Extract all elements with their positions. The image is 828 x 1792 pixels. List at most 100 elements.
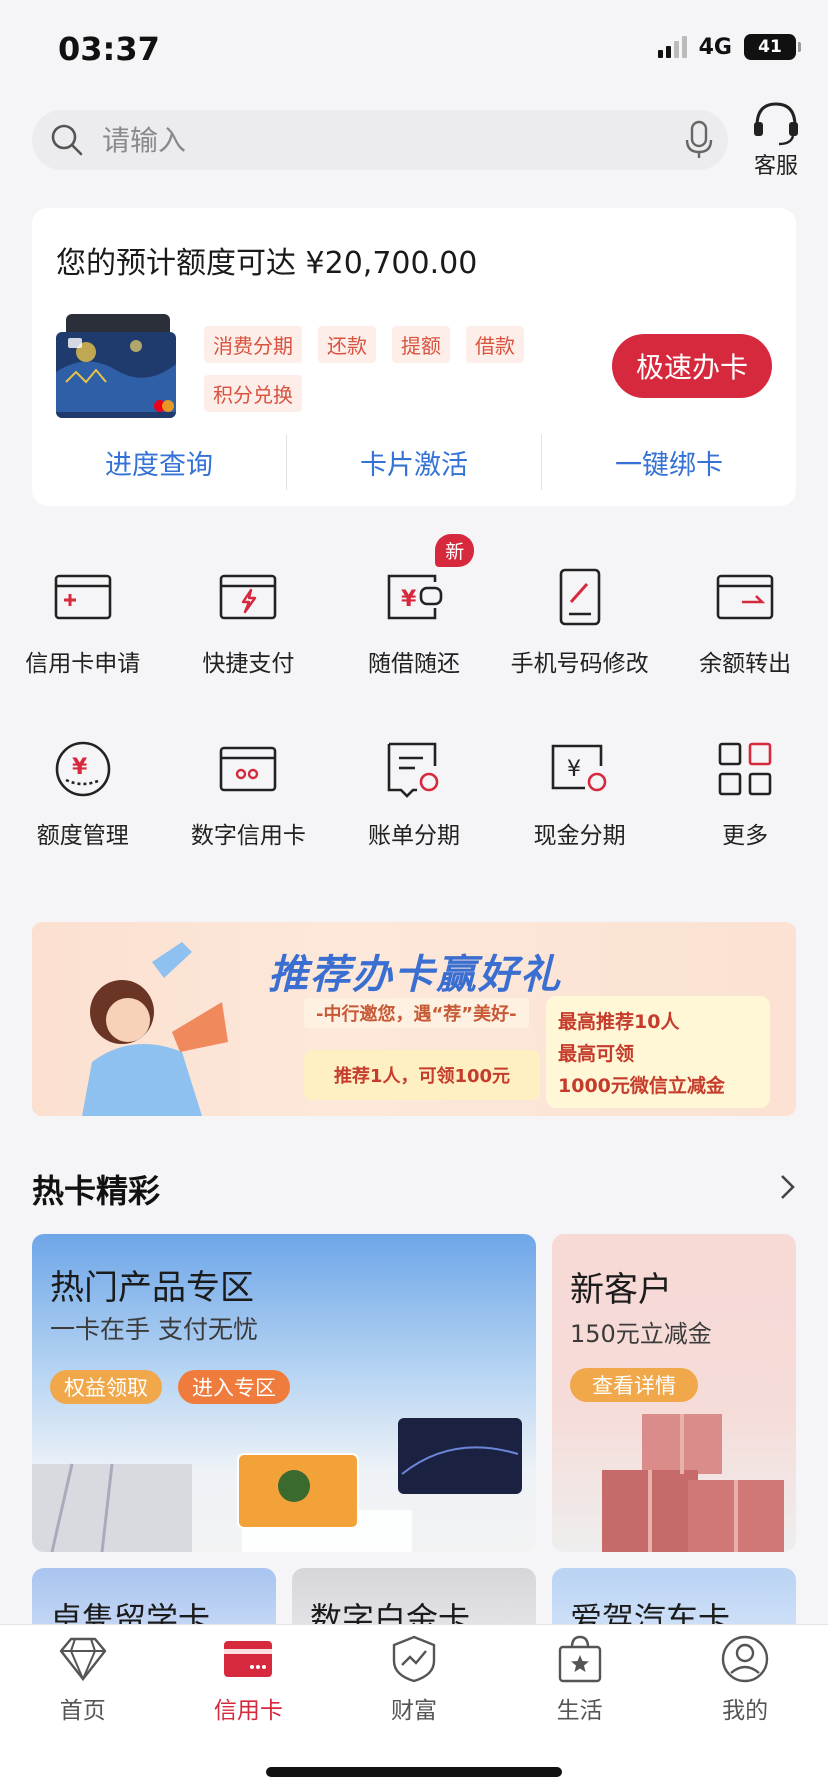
grid-label: 更多: [722, 823, 769, 849]
shopping-bag-icon: [558, 1635, 601, 1683]
grid-limit-management[interactable]: ¥ 额度管理: [0, 712, 166, 884]
grid-label: 余额转出: [699, 651, 792, 677]
digital-card-icon: [220, 746, 277, 792]
banner-max-referrals: 最高推荐10人: [558, 1011, 680, 1033]
banner-title: 推荐办卡赢好礼: [268, 952, 562, 998]
chevron-right-icon[interactable]: [778, 1172, 798, 1202]
svg-text:¥: ¥: [567, 757, 581, 782]
tag-repay[interactable]: 还款: [318, 326, 376, 363]
new-customer-card[interactable]: 新客户 150元立减金 查看详情: [552, 1234, 796, 1552]
nav-credit-card[interactable]: 信用卡: [166, 1625, 332, 1735]
card-bolt-icon: [220, 574, 277, 620]
hot-products-subtitle: 一卡在手 支付无忧: [50, 1315, 258, 1344]
grid-label: 账单分期: [367, 823, 460, 849]
status-time: 03:37: [58, 30, 160, 68]
credit-limit-card: 您的预计额度可达 ¥20,700.00 消费分期 还款 提额 借款 积分兑换 极…: [32, 208, 796, 506]
nav-home[interactable]: 首页: [0, 1625, 166, 1735]
nav-label: 财富: [390, 1698, 437, 1724]
claim-benefits-button[interactable]: 权益领取: [50, 1370, 162, 1404]
new-customer-subtitle: 150元立减金: [570, 1320, 712, 1348]
grid-cash-installment[interactable]: ¥ 现金分期: [497, 712, 663, 884]
view-details-button[interactable]: 查看详情: [570, 1368, 698, 1402]
tag-installment[interactable]: 消费分期: [204, 326, 302, 363]
grid-quick-pay[interactable]: 快捷支付: [166, 540, 332, 712]
bill-installment-icon: [387, 742, 439, 798]
grid-label: 手机号码修改: [510, 651, 649, 677]
nav-label: 首页: [59, 1698, 106, 1724]
feature-tags: 消费分期 还款 提额 借款 积分兑换: [204, 326, 544, 412]
yuan-dial-icon: ¥: [55, 741, 111, 797]
tag-points-exchange[interactable]: 积分兑换: [204, 375, 302, 412]
quick-links: 进度查询 卡片激活 一键绑卡: [32, 434, 796, 490]
svg-text:¥: ¥: [401, 587, 417, 612]
grid-label: 信用卡申请: [25, 651, 141, 677]
hot-products-illustration: [32, 1418, 522, 1552]
apply-card-button[interactable]: 极速办卡: [612, 334, 772, 398]
network-type: 4G: [698, 34, 732, 60]
nav-mine[interactable]: 我的: [662, 1625, 828, 1735]
banner-character-illustration: [82, 942, 228, 1116]
banner-reward-max: 最高推荐10人 最高可领 1000元微信立减金: [546, 996, 770, 1108]
new-badge: 新: [435, 534, 475, 567]
gift-box-illustration: [602, 1414, 784, 1552]
bottom-nav: 首页 信用卡 财富 生活 我的: [0, 1624, 828, 1792]
grid-more-icon: [718, 742, 772, 796]
tag-raise-limit[interactable]: 提额: [392, 326, 450, 363]
hot-products-title: 热门产品专区: [50, 1268, 254, 1308]
referral-banner[interactable]: 推荐办卡赢好礼 -中行邀您，遇“荐”美好- 推荐1人，可领100元 最高推荐10…: [32, 922, 796, 1116]
bind-card-link[interactable]: 一键绑卡: [542, 434, 796, 490]
grid-credit-card-apply[interactable]: 信用卡申请: [0, 540, 166, 712]
search-input[interactable]: [102, 123, 684, 157]
card-thumbnail[interactable]: [56, 312, 180, 420]
grid-more[interactable]: 更多: [662, 712, 828, 884]
credit-card-icon: [224, 1641, 273, 1677]
nav-life[interactable]: 生活: [497, 1625, 663, 1735]
phone-edit-icon: [559, 568, 600, 626]
status-indicators: 4G 41: [657, 34, 801, 60]
card-plus-icon: [54, 574, 112, 620]
tag-loan[interactable]: 借款: [466, 326, 524, 363]
banner-reward-per-referral: 推荐1人，可领100元: [304, 1050, 540, 1100]
service-label: 客服: [753, 154, 798, 179]
search-icon: [51, 124, 83, 156]
grid-borrow-repay[interactable]: 新 ¥ 随借随还: [331, 534, 497, 712]
grid-label: 快捷支付: [202, 651, 295, 677]
progress-query-link[interactable]: 进度查询: [32, 434, 286, 490]
grid-label: 额度管理: [36, 823, 129, 849]
nav-label: 信用卡: [213, 1698, 283, 1724]
diamond-icon: [59, 1637, 106, 1682]
grid-bill-installment[interactable]: 账单分期: [331, 712, 497, 884]
banner-max-claim: 最高可领: [558, 1043, 635, 1065]
cash-installment-icon: ¥: [551, 744, 606, 792]
new-customer-title: 新客户: [570, 1270, 672, 1310]
credit-limit-title: 您的预计额度可达 ¥20,700.00: [56, 246, 478, 281]
wallet-yuan-icon: ¥: [387, 574, 443, 620]
search-bar[interactable]: [32, 110, 728, 170]
nav-label: 我的: [722, 1698, 769, 1724]
nav-wealth[interactable]: 财富: [331, 1625, 497, 1735]
grid-phone-change[interactable]: 手机号码修改: [497, 540, 663, 712]
battery-level: 41: [758, 37, 782, 57]
enter-zone-button[interactable]: 进入专区: [178, 1370, 290, 1404]
card-activation-link[interactable]: 卡片激活: [287, 434, 541, 490]
grid-digital-card[interactable]: 数字信用卡: [166, 712, 332, 884]
grid-label: 现金分期: [533, 823, 626, 849]
hot-cards-title: 热卡精彩: [32, 1172, 161, 1210]
status-bar: 03:37 4G 41: [0, 0, 828, 100]
grid-balance-transfer[interactable]: 余额转出: [662, 540, 828, 712]
banner-max-amount: 1000元微信立减金: [558, 1075, 725, 1097]
home-indicator: [266, 1767, 562, 1777]
grid-label: 随借随还: [367, 651, 460, 677]
svg-text:¥: ¥: [72, 755, 88, 780]
battery-icon: 41: [744, 34, 801, 60]
microphone-icon[interactable]: [684, 120, 714, 160]
grid-label: 数字信用卡: [190, 823, 306, 849]
signal-icon: [657, 36, 687, 58]
banner-subtitle: -中行邀您，遇“荐”美好-: [304, 998, 529, 1028]
customer-service-button[interactable]: 客服: [748, 100, 804, 180]
service-grid: 信用卡申请 快捷支付 新 ¥ 随借随还 手机号码修改 余额转出 ¥ 额度管理 数…: [0, 534, 828, 884]
headset-icon: [754, 102, 798, 146]
user-icon: [721, 1635, 769, 1683]
trend-shield-icon: [392, 1635, 436, 1683]
hot-products-card[interactable]: 热门产品专区 一卡在手 支付无忧 权益领取 进入专区: [32, 1234, 536, 1552]
